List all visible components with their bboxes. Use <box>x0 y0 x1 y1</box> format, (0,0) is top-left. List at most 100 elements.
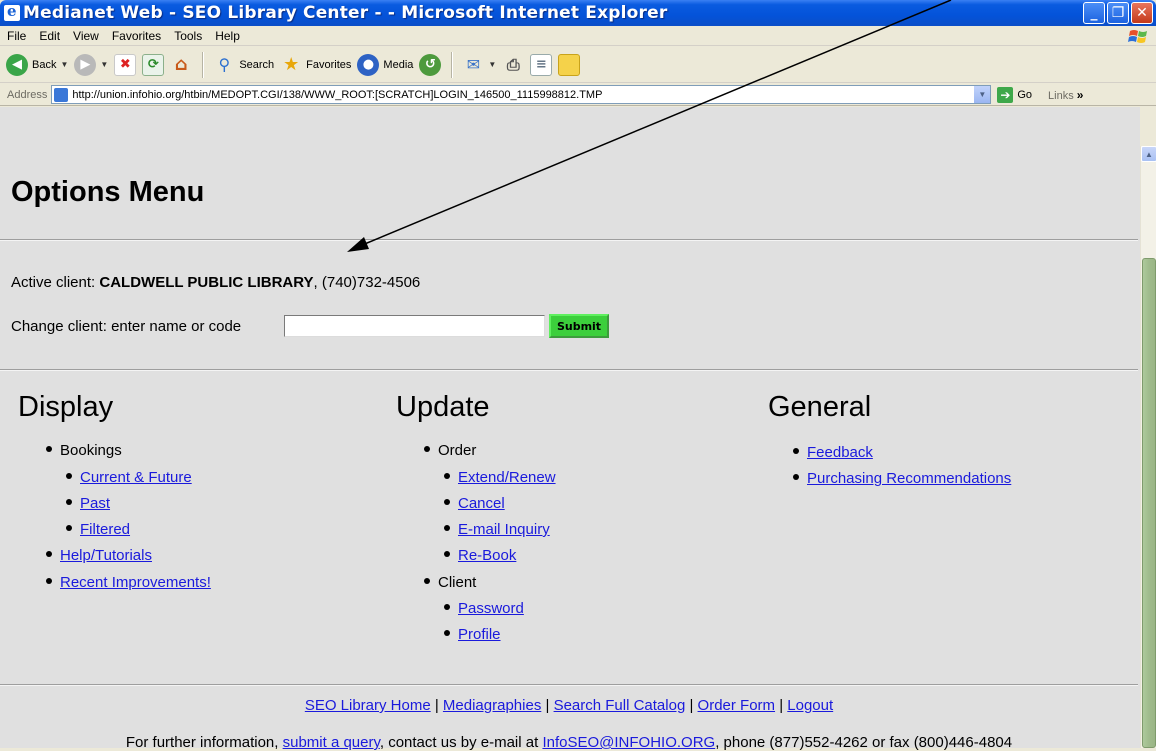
filtered-link[interactable]: Filtered <box>80 521 130 538</box>
toolbar-separator <box>451 51 453 78</box>
menu-view[interactable]: View <box>66 29 105 43</box>
display-heading: Display <box>18 391 114 423</box>
list-item-help-tutorials: Help/Tutorials <box>46 547 152 564</box>
email-link[interactable]: InfoSEO@INFOHIO.ORG <box>542 734 715 751</box>
menu-file[interactable]: File <box>0 29 32 43</box>
menu-tools[interactable]: Tools <box>167 29 208 43</box>
mail-dropdown-icon[interactable]: ▼ <box>488 60 496 69</box>
media-button[interactable]: ● Media <box>357 53 414 76</box>
divider <box>0 684 1138 685</box>
back-button[interactable]: ◀ Back ▼ <box>6 53 68 76</box>
list-item-email-inquiry: E-mail Inquiry <box>444 521 550 538</box>
search-button[interactable]: ⚲ Search <box>213 54 274 76</box>
change-client-label: Change client: enter name or code <box>11 318 242 335</box>
footer-info-prefix: For further information, <box>125 734 279 751</box>
submit-query-link[interactable]: submit a query <box>283 734 380 751</box>
search-label: Search <box>239 58 275 71</box>
page-content <box>0 146 1140 748</box>
mediagraphies-link[interactable]: Mediagraphies <box>443 697 541 714</box>
seo-library-home-link[interactable]: SEO Library Home <box>305 697 431 714</box>
scroll-up-icon[interactable]: ▲ <box>1141 146 1156 162</box>
mail-button[interactable]: ✉ ▼ <box>462 54 497 76</box>
back-dropdown-icon[interactable]: ▼ <box>60 60 68 69</box>
discuss-icon <box>558 53 581 76</box>
favorites-button[interactable]: ★ Favorites <box>280 54 351 76</box>
window-title: Medianet Web - SEO Library Center - - Mi… <box>23 3 668 23</box>
search-icon: ⚲ <box>218 55 231 74</box>
ie-app-icon[interactable] <box>4 2 20 21</box>
forward-dropdown-icon[interactable]: ▼ <box>100 60 108 69</box>
footer-separator: | <box>685 697 698 714</box>
footer-separator: | <box>430 697 443 714</box>
refresh-icon: ⟳ <box>142 53 165 76</box>
address-label: Address <box>7 88 48 101</box>
menu-edit[interactable]: Edit <box>32 29 66 43</box>
extend-renew-link[interactable]: Extend/Renew <box>458 469 556 486</box>
list-item-client: Client <box>424 574 476 591</box>
menu-help[interactable]: Help <box>208 29 246 43</box>
logout-link[interactable]: Logout <box>787 697 833 714</box>
go-button[interactable]: ➔ Go <box>997 86 1032 103</box>
footer-info-middle: , contact us by e-mail at <box>379 734 539 751</box>
help-tutorials-link[interactable]: Help/Tutorials <box>60 547 152 564</box>
rebook-link[interactable]: Re-Book <box>458 547 516 564</box>
menu-favorites[interactable]: Favorites <box>105 29 167 43</box>
active-client-label: Active client: <box>11 274 96 291</box>
password-link[interactable]: Password <box>458 600 524 617</box>
edit-button[interactable]: ≡ <box>530 53 553 76</box>
forward-button[interactable]: ▶ ▼ <box>74 53 108 76</box>
print-icon: ⎙ <box>506 54 520 74</box>
address-input[interactable]: http://union.infohio.org/htbin/MEDOPT.CG… <box>51 85 992 104</box>
minimize-button[interactable]: _ <box>1083 2 1105 24</box>
footer-info-suffix: , phone (877)552-4262 or fax (800)446-48… <box>715 734 1013 751</box>
home-button[interactable]: ⌂ <box>170 54 192 76</box>
profile-link[interactable]: Profile <box>458 626 501 643</box>
edit-page-icon: ≡ <box>530 53 553 76</box>
list-item-feedback: Feedback <box>793 444 873 461</box>
links-button[interactable]: Links» <box>1048 88 1083 102</box>
print-button[interactable]: ⎙ <box>502 54 524 76</box>
search-full-catalog-link[interactable]: Search Full Catalog <box>554 697 686 714</box>
submit-button[interactable]: Submit <box>549 314 609 338</box>
page-icon <box>54 87 69 102</box>
update-heading: Update <box>396 391 490 423</box>
footer-separator: | <box>541 697 554 714</box>
list-item-current-future: Current & Future <box>66 469 192 486</box>
list-item-past: Past <box>66 495 110 512</box>
back-arrow-icon: ◀ <box>6 53 28 76</box>
cancel-link[interactable]: Cancel <box>458 495 505 512</box>
order-form-link[interactable]: Order Form <box>698 697 776 714</box>
stop-button[interactable]: ✖ <box>114 53 137 76</box>
maximize-button[interactable]: ❐ <box>1107 2 1129 24</box>
list-item-password: Password <box>444 600 524 617</box>
scroll-thumb[interactable] <box>1142 258 1156 748</box>
page-title: Options Menu <box>11 176 205 208</box>
media-label: Media <box>383 58 414 71</box>
page-area-top <box>0 107 1140 147</box>
discuss-button[interactable] <box>558 53 581 76</box>
recent-improvements-link[interactable]: Recent Improvements! <box>60 574 211 591</box>
forward-arrow-icon: ▶ <box>74 53 97 76</box>
vertical-scrollbar[interactable]: ▲ <box>1140 146 1156 748</box>
toolbar-separator <box>202 51 204 78</box>
change-client-input[interactable] <box>284 315 545 337</box>
back-label: Back <box>32 58 57 71</box>
general-heading: General <box>768 391 872 423</box>
purchasing-recommendations-link[interactable]: Purchasing Recommendations <box>807 470 1011 487</box>
current-future-link[interactable]: Current & Future <box>80 469 192 486</box>
footer-contact-info: For further information, submit a query,… <box>0 734 1138 751</box>
active-client-name: CALDWELL PUBLIC LIBRARY <box>99 274 314 291</box>
email-inquiry-link[interactable]: E-mail Inquiry <box>458 521 550 538</box>
close-button[interactable]: ✕ <box>1131 2 1153 24</box>
active-client-phone: , (740)732-4506 <box>313 274 421 291</box>
window-controls: _ ❐ ✕ <box>1083 2 1153 24</box>
past-link[interactable]: Past <box>80 495 110 512</box>
address-dropdown-icon[interactable]: ▼ <box>973 86 991 103</box>
list-item-bookings: Bookings <box>46 442 122 459</box>
history-button[interactable]: ↺ <box>419 53 442 76</box>
list-item-rebook: Re-Book <box>444 547 516 564</box>
list-item-extend-renew: Extend/Renew <box>444 469 556 486</box>
feedback-link[interactable]: Feedback <box>807 444 873 461</box>
refresh-button[interactable]: ⟳ <box>142 53 165 76</box>
divider <box>0 369 1138 370</box>
